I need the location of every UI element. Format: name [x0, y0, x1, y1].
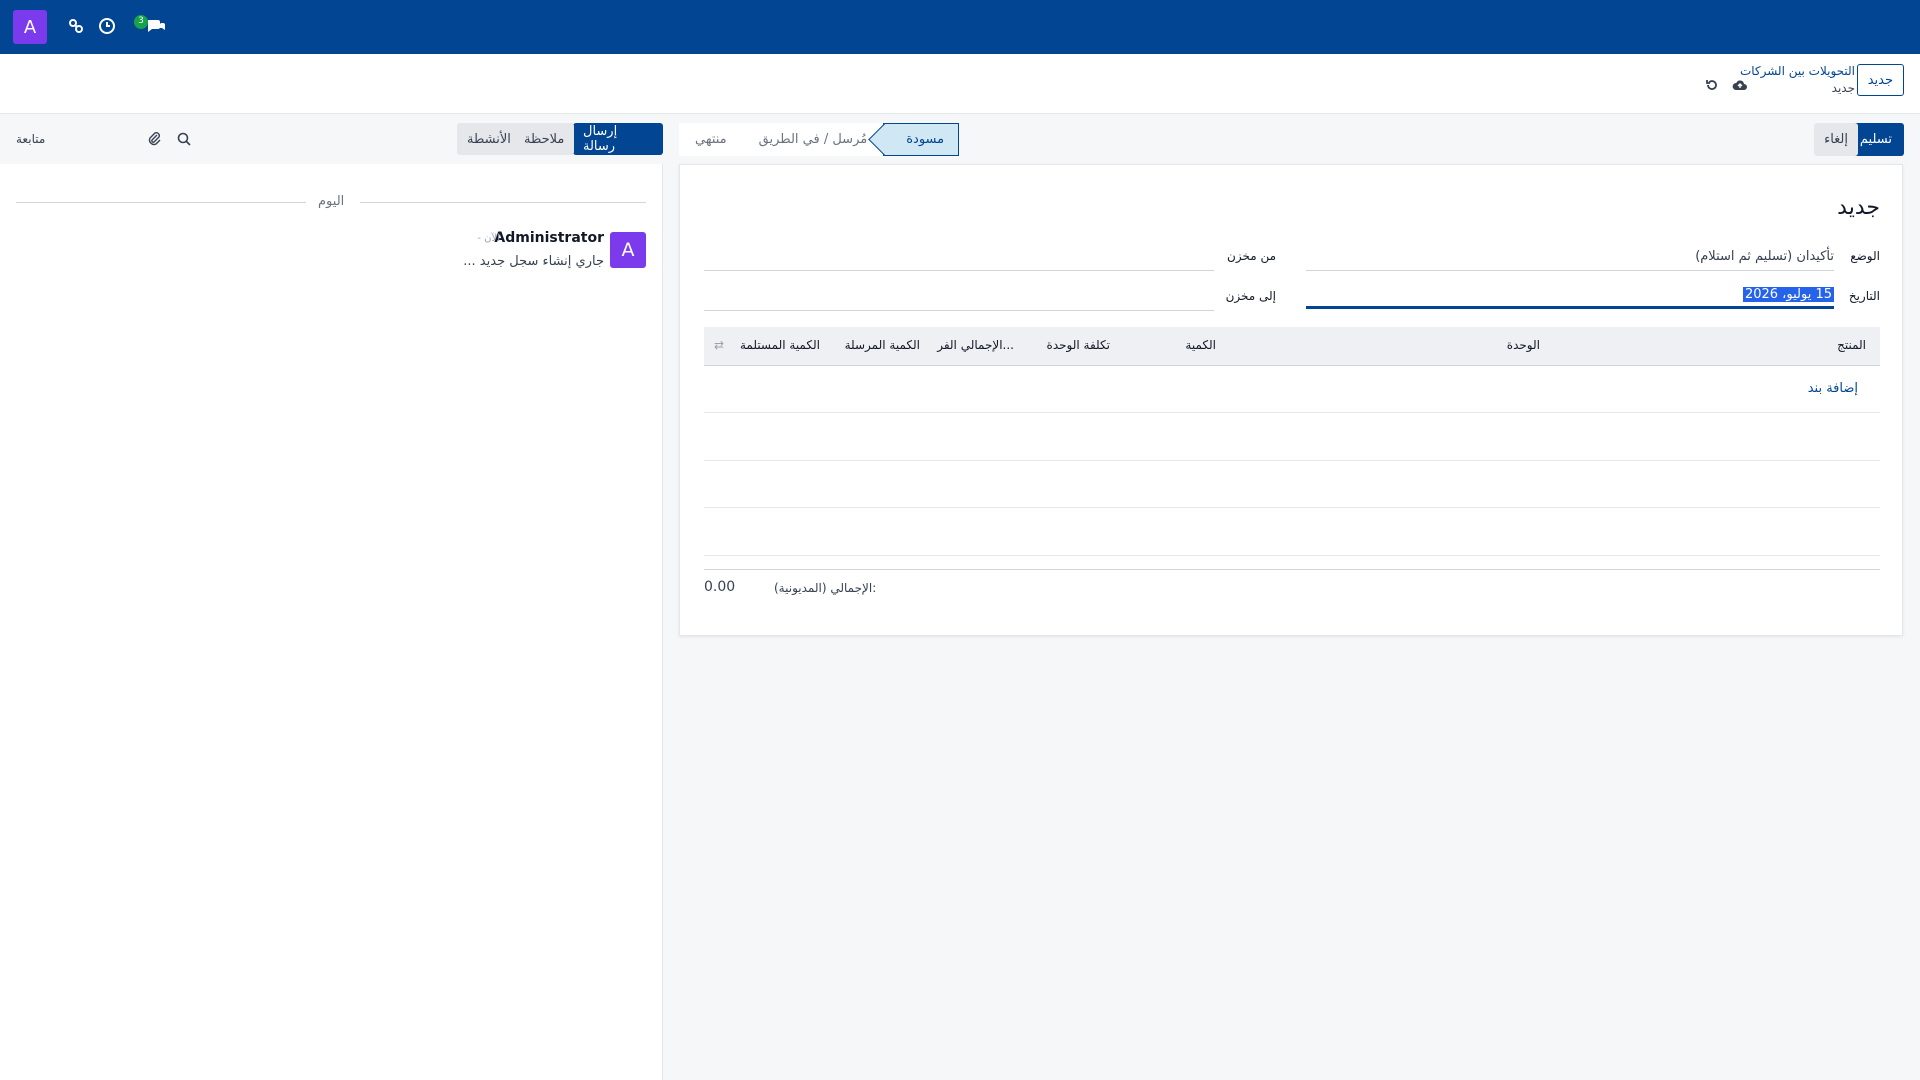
search-icon[interactable]: [175, 130, 193, 148]
column-unit[interactable]: الوحدة: [1507, 338, 1540, 352]
table-row: [704, 507, 1880, 508]
log-note-button[interactable]: ملاحظة: [514, 123, 575, 155]
date-separator-line-left: [16, 202, 306, 203]
from-warehouse-field[interactable]: [704, 245, 1214, 271]
date-label: التاريخ: [1848, 289, 1880, 303]
lines-table-header: المنتج الوحدة الكمية تكلفة الوحدة الإجما…: [704, 327, 1880, 366]
table-row: [704, 569, 1880, 570]
chat-badge: 3: [134, 15, 148, 29]
from-warehouse-label: من مخزن: [1227, 249, 1276, 263]
control-panel: جديد التحويلات بين الشركات جديد: [0, 54, 1920, 114]
chatter-toolbar: إرسال رسالة ملاحظة الأنشطة متابعة: [0, 114, 663, 164]
discard-undo-icon[interactable]: [1703, 76, 1721, 94]
message-body: جاري إنشاء سجل جديد ...: [463, 254, 604, 269]
table-row: [704, 555, 1880, 556]
record-title: جديد: [1837, 195, 1880, 220]
chat-icon[interactable]: [146, 16, 166, 36]
column-subtotal[interactable]: الإجمالي الفر...: [937, 338, 1014, 352]
stage-done[interactable]: منتهي: [679, 123, 743, 156]
message-author-avatar[interactable]: A: [610, 232, 646, 268]
date-field[interactable]: 15 يوليو، 2026: [1306, 283, 1834, 309]
to-warehouse-label: إلى مخزن: [1225, 289, 1276, 303]
message-time: - الآن: [477, 233, 500, 244]
state-field[interactable]: تأكيدان (تسليم ثم استلام): [1306, 245, 1834, 271]
cancel-button[interactable]: إلغاء: [1814, 123, 1858, 156]
paperclip-icon[interactable]: [145, 130, 163, 148]
column-sent-quantity[interactable]: الكمية المرسلة: [845, 338, 920, 352]
date-separator: اليوم: [318, 194, 345, 209]
table-row: [704, 460, 1880, 461]
stage-draft[interactable]: مسودة: [883, 123, 960, 156]
total-label: الإجمالي (المديونية):: [774, 581, 877, 595]
form-view: تسليم إلغاء مسودة مُرسل / في الطريق منته…: [663, 114, 1920, 1080]
column-product[interactable]: المنتج: [1837, 338, 1866, 352]
date-separator-line-right: [360, 202, 646, 203]
user-avatar[interactable]: A: [13, 10, 47, 44]
share-settings-icon[interactable]: [66, 16, 86, 36]
breadcrumb-parent[interactable]: التحويلات بين الشركات: [1740, 64, 1855, 78]
chatter-panel: إرسال رسالة ملاحظة الأنشطة متابعة اليوم …: [0, 114, 663, 1080]
optional-columns-icon[interactable]: ⇄: [714, 338, 724, 352]
status-stages: مسودة مُرسل / في الطريق منتهي: [679, 123, 960, 156]
form-sheet: جديد الوضع تأكيدان (تسليم ثم استلام) الت…: [679, 164, 1903, 636]
status-bar: تسليم إلغاء مسودة مُرسل / في الطريق منته…: [663, 114, 1920, 164]
date-value: 15 يوليو، 2026: [1742, 287, 1834, 302]
send-message-button[interactable]: إرسال رسالة: [573, 123, 663, 155]
table-row: [704, 412, 1880, 413]
state-label: الوضع: [1850, 249, 1880, 263]
activities-button[interactable]: الأنشطة: [457, 123, 521, 155]
column-received-quantity[interactable]: الكمية المستلمة: [740, 338, 820, 352]
follow-button[interactable]: متابعة: [16, 132, 45, 146]
total-value: 0.00: [704, 579, 736, 595]
new-record-button[interactable]: جديد: [1856, 64, 1904, 96]
message-author[interactable]: Administrator: [494, 230, 604, 246]
breadcrumb-current: جديد: [1831, 81, 1855, 95]
clock-icon[interactable]: [97, 16, 117, 36]
stage-in-transit[interactable]: مُرسل / في الطريق: [742, 123, 884, 156]
column-unit-cost[interactable]: تكلفة الوحدة: [1047, 338, 1110, 352]
add-line-link[interactable]: إضافة بند: [1808, 381, 1858, 396]
save-cloud-icon[interactable]: [1731, 76, 1749, 94]
column-quantity[interactable]: الكمية: [1185, 338, 1216, 352]
to-warehouse-field[interactable]: [704, 285, 1214, 311]
top-navbar: A 3: [0, 0, 1920, 54]
